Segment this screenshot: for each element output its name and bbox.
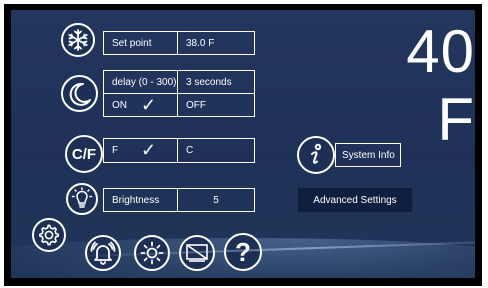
setpoint-value[interactable]: 38.0 F <box>177 31 255 55</box>
display-icon[interactable] <box>179 235 215 271</box>
advanced-settings-label: Advanced Settings <box>313 194 397 206</box>
lightbulb-icon[interactable] <box>66 183 98 215</box>
celsius-fahrenheit-icon[interactable]: C/F <box>65 135 103 173</box>
system-info-label: System Info <box>342 149 395 161</box>
gear-icon[interactable] <box>32 218 66 252</box>
fahrenheit-checkmark: ✓ <box>141 140 157 160</box>
delay-label: delay (0 - 300) <box>103 70 178 94</box>
alarm-bell-icon[interactable] <box>85 235 121 271</box>
delay-value[interactable]: 3 seconds <box>177 70 255 94</box>
moon-icon[interactable] <box>61 75 98 112</box>
advanced-settings-button[interactable]: Advanced Settings <box>297 187 413 213</box>
current-temperature: 40 F <box>406 18 475 153</box>
info-icon[interactable] <box>297 136 335 174</box>
snowflake-icon[interactable] <box>61 23 95 57</box>
units-celsius-option[interactable]: C <box>177 138 255 163</box>
controller-screen: 40 F Set point 38.0 F delay (0 - 300) 3 … <box>11 10 475 278</box>
brightness-label: Brightness <box>103 188 178 212</box>
system-info-button[interactable]: System Info <box>335 143 401 167</box>
delay-off-option[interactable]: OFF <box>177 93 255 117</box>
delay-on-label: ON <box>112 99 127 111</box>
sun-icon[interactable] <box>134 235 170 271</box>
setpoint-label: Set point <box>103 31 178 55</box>
brightness-value[interactable]: 5 <box>177 188 255 212</box>
delay-on-checkmark: ✓ <box>141 95 157 115</box>
help-icon[interactable]: ? <box>224 233 262 271</box>
fahrenheit-label: F <box>112 145 119 156</box>
